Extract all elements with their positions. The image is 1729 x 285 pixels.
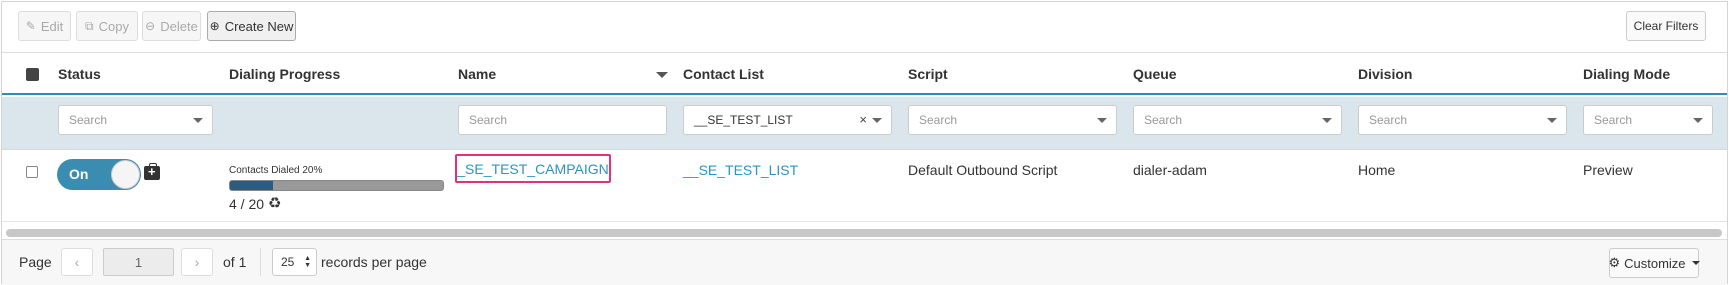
medkit-icon[interactable]	[144, 163, 160, 180]
name-search-placeholder: Search	[469, 113, 508, 127]
page-label: Page	[19, 254, 52, 270]
column-dialing-mode[interactable]: Dialing Mode	[1583, 66, 1670, 82]
toggle-knob	[111, 160, 140, 189]
clear-filters-label: Clear Filters	[1633, 19, 1699, 33]
page-number-input[interactable]: 1	[103, 248, 174, 276]
pencil-icon: ✎	[25, 19, 36, 33]
spinner-icon: ▲ ▼	[304, 255, 311, 269]
chevron-down-icon	[1097, 118, 1107, 123]
division-filter-select[interactable]: Search	[1358, 105, 1567, 135]
queue-cell: dialer-adam	[1133, 162, 1207, 178]
pagination-bar: Page ‹ 1 › of 1 25 ▲ ▼ records per page ⚙…	[2, 239, 1727, 285]
copy-icon: ⧉	[85, 18, 94, 33]
dialing-mode-filter-select[interactable]: Search	[1583, 105, 1713, 135]
delete-button[interactable]: ⊖ Delete	[142, 11, 201, 41]
campaign-grid: ✎ Edit ⧉ Copy ⊖ Delete ⊕ Create New Clea…	[1, 1, 1728, 285]
horizontal-scrollbar[interactable]	[6, 229, 1722, 237]
chevron-down-icon	[1322, 118, 1332, 123]
table-header: Status Dialing Progress Name Contact Lis…	[2, 52, 1727, 95]
chevron-right-icon: ›	[194, 254, 200, 270]
dialing-mode-filter-placeholder: Search	[1594, 113, 1633, 127]
queue-filter-select[interactable]: Search	[1133, 105, 1342, 135]
clear-filters-button[interactable]: Clear Filters	[1626, 11, 1706, 41]
customize-button[interactable]: ⚙ Customize	[1608, 248, 1700, 278]
per-page-label: records per page	[321, 254, 427, 270]
delete-button-label: Delete	[160, 18, 198, 34]
progress-fill	[230, 181, 273, 190]
contact-list-link[interactable]: __SE_TEST_LIST	[683, 162, 798, 178]
column-division[interactable]: Division	[1358, 66, 1412, 82]
select-all-checkbox[interactable]	[26, 68, 39, 81]
clear-icon[interactable]: ×	[859, 112, 867, 127]
column-dialing-progress[interactable]: Dialing Progress	[229, 66, 340, 82]
chevron-down-icon	[872, 118, 882, 123]
filter-row: Search Search __SE_TEST_LIST × Search Se…	[2, 97, 1727, 150]
per-page-value: 25	[281, 255, 295, 269]
queue-filter-placeholder: Search	[1144, 113, 1183, 127]
status-toggle-label: On	[69, 166, 89, 182]
edit-button[interactable]: ✎ Edit	[18, 11, 71, 41]
plus-circle-icon: ⊕	[209, 19, 220, 33]
minus-circle-icon: ⊖	[145, 19, 156, 33]
script-filter-placeholder: Search	[919, 113, 958, 127]
create-new-button[interactable]: ⊕ Create New	[207, 11, 296, 41]
contact-list-filter-value: __SE_TEST_LIST	[694, 113, 793, 127]
copy-button[interactable]: ⧉ Copy	[76, 11, 138, 41]
caret-down-icon	[1691, 261, 1700, 265]
progress-bar	[229, 180, 444, 191]
status-filter-placeholder: Search	[69, 113, 108, 127]
column-status[interactable]: Status	[58, 66, 101, 82]
script-cell: Default Outbound Script	[908, 162, 1058, 178]
copy-button-label: Copy	[98, 18, 129, 34]
progress-label: Contacts Dialed 20%	[229, 165, 323, 176]
status-filter-select[interactable]: Search	[58, 105, 213, 135]
column-name[interactable]: Name	[458, 66, 496, 82]
recycle-icon[interactable]: ♻	[268, 194, 281, 212]
edit-button-label: Edit	[40, 18, 64, 34]
chevron-left-icon: ‹	[74, 254, 80, 270]
division-cell: Home	[1358, 162, 1396, 178]
chevron-down-icon	[1547, 118, 1557, 123]
campaign-name-highlight: _SE_TEST_CAMPAIGN	[455, 154, 611, 183]
division-filter-placeholder: Search	[1369, 113, 1408, 127]
gear-icon: ⚙	[1608, 255, 1621, 270]
row-checkbox[interactable]	[26, 166, 38, 178]
per-page-select[interactable]: 25 ▲ ▼	[272, 248, 317, 276]
divider	[260, 248, 261, 276]
script-filter-select[interactable]: Search	[908, 105, 1117, 135]
contact-list-filter-select[interactable]: __SE_TEST_LIST ×	[683, 105, 892, 135]
create-new-button-label: Create New	[224, 18, 294, 34]
toolbar: ✎ Edit ⧉ Copy ⊖ Delete ⊕ Create New Clea…	[2, 2, 1727, 52]
progress-count: 4 / 20	[229, 196, 265, 212]
name-search-input[interactable]: Search	[458, 105, 667, 135]
table-row[interactable]: On Contacts Dialed 20% 4 / 20 ♻ _SE_TEST…	[2, 150, 1727, 222]
status-toggle[interactable]: On	[57, 159, 141, 190]
customize-label: Customize	[1624, 255, 1686, 271]
sort-desc-icon[interactable]	[656, 72, 668, 78]
column-script[interactable]: Script	[908, 66, 948, 82]
next-page-button[interactable]: ›	[181, 248, 213, 276]
page-count-label: of 1	[223, 254, 247, 270]
chevron-down-icon	[193, 118, 203, 123]
campaign-name-link[interactable]: _SE_TEST_CAMPAIGN	[457, 161, 608, 177]
column-queue[interactable]: Queue	[1133, 66, 1177, 82]
dialing-mode-cell: Preview	[1583, 162, 1633, 178]
prev-page-button[interactable]: ‹	[61, 248, 93, 276]
chevron-down-icon	[1693, 118, 1703, 123]
column-contact-list[interactable]: Contact List	[683, 66, 764, 82]
